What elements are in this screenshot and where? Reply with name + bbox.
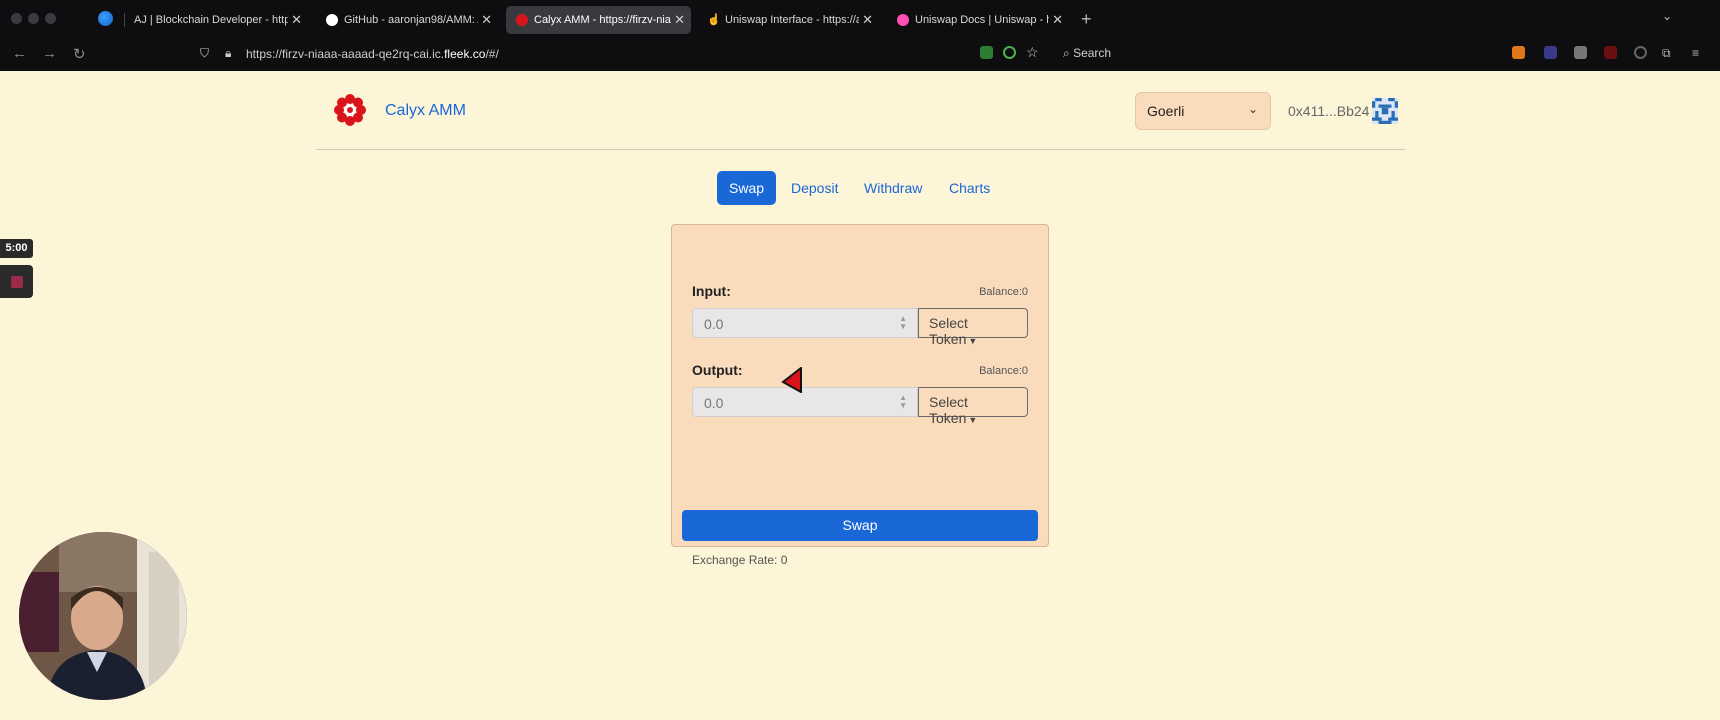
nav-bar: ← → ↻ ⛉ 🔒︎ https://firzv-niaaa-aaaad-qe2… xyxy=(0,37,1720,71)
tab-charts[interactable]: Charts xyxy=(937,171,1002,205)
tab-portfolio[interactable]: AJ | Blockchain Developer - https://a ✕ xyxy=(126,6,308,34)
url-prefix: https://firzv-niaaa-aaaad-qe2rq-cai.ic. xyxy=(246,47,445,61)
tab-calyx-amm[interactable]: Calyx AMM - https://firzv-niaaa ✕ xyxy=(506,6,691,34)
tab-title: AJ | Blockchain Developer - https://a xyxy=(134,14,288,26)
output-label: Output: xyxy=(692,362,743,378)
mouse-cursor-icon xyxy=(781,367,802,393)
network-selected-value: Goerli xyxy=(1147,103,1185,119)
close-tab-icon[interactable]: ✕ xyxy=(481,6,492,34)
tracking-protection-icon[interactable]: ⛉ xyxy=(200,46,209,61)
back-button[interactable]: ← xyxy=(12,45,27,62)
caret-down-icon: ▼ xyxy=(968,415,978,425)
lock-icon[interactable]: 🔒︎ xyxy=(225,46,231,61)
tab-swap[interactable]: Swap xyxy=(717,171,777,205)
maximize-window-button[interactable] xyxy=(45,13,56,24)
input-token-label: Select Token xyxy=(929,315,968,347)
input-label: Input: xyxy=(692,283,731,299)
webcam-overlay xyxy=(19,532,187,700)
tab-uniswap-interface[interactable]: ☝ Uniswap Interface - https://app ✕ xyxy=(697,6,879,34)
brand-title[interactable]: Calyx AMM xyxy=(385,102,466,120)
extension-icon[interactable] xyxy=(1634,46,1647,59)
close-tab-icon[interactable]: ✕ xyxy=(291,6,302,34)
search-box[interactable]: ⌕ Search xyxy=(1063,46,1111,61)
swap-button[interactable]: Swap xyxy=(682,510,1038,541)
swap-card: Input: Balance:0 0.0 ▲ ▼ Select Token ▼ Ou… xyxy=(671,224,1049,567)
network-select[interactable]: Goerli ⌄ xyxy=(1135,92,1271,130)
stepper-icon[interactable]: ▲ ▼ xyxy=(899,315,907,331)
exchange-rate: Exchange Rate: 0 xyxy=(692,553,788,567)
tab-uniswap-docs[interactable]: Uniswap Docs | Uniswap - https: ✕ xyxy=(887,6,1069,34)
output-token-dropdown[interactable]: Select Token ▼ xyxy=(918,387,1028,426)
recording-timer: 5:00 xyxy=(0,239,33,258)
browser-chrome: AJ | Blockchain Developer - https://a ✕ … xyxy=(0,0,1720,71)
tab-title: Calyx AMM - https://firzv-niaaa xyxy=(534,14,671,26)
extension-icon[interactable] xyxy=(1574,46,1587,59)
list-all-tabs-icon[interactable]: ⌄ xyxy=(1662,9,1672,23)
input-amount-placeholder: 0.0 xyxy=(704,316,724,332)
tab-github[interactable]: GitHub - aaronjan98/AMM: Auto ✕ xyxy=(316,6,498,34)
output-balance: Balance:0 xyxy=(979,365,1028,377)
tab-title: GitHub - aaronjan98/AMM: Auto xyxy=(344,14,478,26)
extension-icon[interactable] xyxy=(980,46,993,59)
webcam-image xyxy=(19,532,187,700)
menu-icon[interactable]: ≡ xyxy=(1692,46,1699,60)
extension-target-icon[interactable] xyxy=(1003,46,1016,59)
extensions-puzzle-icon[interactable]: ⧉ xyxy=(1662,46,1671,61)
calyx-favicon-icon xyxy=(516,14,528,26)
url-suffix: /#/ xyxy=(485,47,499,61)
close-tab-icon[interactable]: ✕ xyxy=(1052,6,1063,34)
github-icon xyxy=(326,14,338,26)
output-token-label: Select Token xyxy=(929,394,968,426)
close-tab-icon[interactable]: ✕ xyxy=(862,6,873,34)
tab-separator xyxy=(124,13,125,27)
url-bar[interactable]: https://firzv-niaaa-aaaad-qe2rq-cai.ic.f… xyxy=(246,47,499,61)
new-tab-button[interactable]: + xyxy=(1081,6,1092,32)
wallet-identicon-avatar xyxy=(1372,98,1398,124)
tab-bar: AJ | Blockchain Developer - https://a ✕ … xyxy=(0,0,1720,37)
wallet-address: 0x411...Bb24 xyxy=(1288,103,1370,119)
close-window-button[interactable] xyxy=(11,13,22,24)
input-amount-field[interactable]: 0.0 ▲ ▼ xyxy=(692,308,918,338)
stop-icon xyxy=(11,276,23,288)
uniswap-favicon-icon xyxy=(897,14,909,26)
calyx-logo-icon xyxy=(334,94,366,126)
firefox-view-icon[interactable] xyxy=(98,11,113,26)
extension-badge-icon[interactable] xyxy=(1544,46,1557,59)
tab-title: Uniswap Interface - https://app xyxy=(725,14,859,26)
app-page: Calyx AMM Goerli ⌄ 0x411...Bb24 Swap Dep… xyxy=(0,71,1720,720)
extension-icon[interactable] xyxy=(1604,46,1617,59)
minimize-window-button[interactable] xyxy=(28,13,39,24)
output-amount-field[interactable]: 0.0 ▲ ▼ xyxy=(692,387,918,417)
tab-withdraw[interactable]: Withdraw xyxy=(852,171,934,205)
chevron-down-icon: ⌄ xyxy=(1247,102,1258,116)
cursor-favicon-icon: ☝ xyxy=(707,14,721,26)
forward-button[interactable]: → xyxy=(42,45,57,62)
stepper-icon[interactable]: ▲ ▼ xyxy=(899,394,907,410)
input-token-dropdown[interactable]: Select Token ▼ xyxy=(918,308,1028,347)
search-label: Search xyxy=(1073,46,1112,60)
url-domain: fleek.co xyxy=(444,47,486,61)
metamask-icon[interactable] xyxy=(1512,46,1525,59)
bookmark-star-icon[interactable]: ☆ xyxy=(1026,44,1039,61)
input-balance: Balance:0 xyxy=(979,286,1028,298)
header-divider xyxy=(316,149,1405,150)
stop-recording-button[interactable] xyxy=(0,265,33,298)
tab-title: Uniswap Docs | Uniswap - https: xyxy=(915,14,1049,26)
close-tab-icon[interactable]: ✕ xyxy=(674,6,685,34)
tab-deposit[interactable]: Deposit xyxy=(779,171,850,205)
reload-button[interactable]: ↻ xyxy=(73,45,86,63)
caret-down-icon: ▼ xyxy=(968,336,978,346)
output-amount-placeholder: 0.0 xyxy=(704,395,724,411)
